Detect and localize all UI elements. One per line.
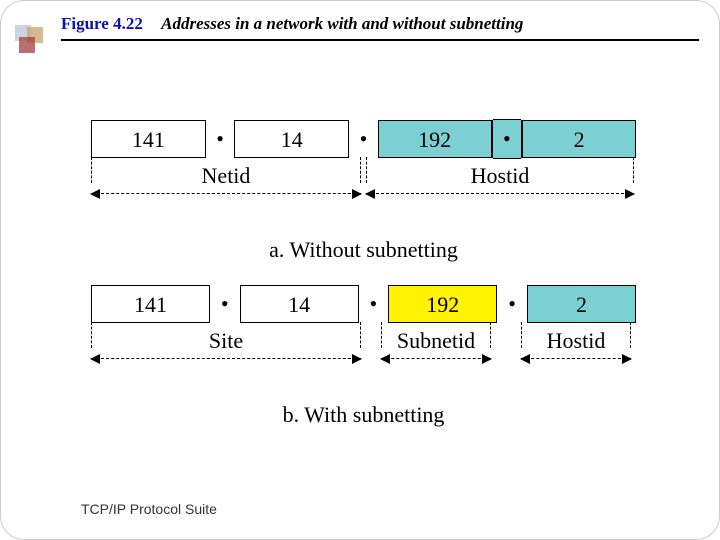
segment-label: Subnetid (381, 326, 491, 356)
address-octets: 141 • 14 • 192 • 2 (91, 116, 636, 161)
panel-caption: b. With subnetting (91, 402, 636, 428)
octet-4: 2 (527, 285, 636, 323)
double-arrow-icon (366, 193, 634, 194)
double-arrow-icon (521, 358, 631, 359)
panel-caption: a. Without subnetting (91, 237, 636, 263)
octet-1: 141 (91, 120, 206, 158)
figure-number: Figure 4.22 (61, 14, 143, 33)
segment-label: Hostid (366, 161, 634, 191)
octet-3: 192 (388, 285, 497, 323)
double-arrow-icon (91, 358, 361, 359)
figure-caption: Addresses in a network with and without … (161, 14, 523, 33)
dot-separator: • (493, 119, 522, 159)
slide-corner-decoration (15, 25, 45, 55)
octet-2: 14 (240, 285, 359, 323)
segment-label: Site (91, 326, 361, 356)
address-octets: 141 • 14 • 192 • 2 (91, 281, 636, 326)
segment-netid: Netid (91, 161, 361, 221)
slide-footer: TCP/IP Protocol Suite (81, 501, 217, 517)
octet-2: 14 (234, 120, 349, 158)
dot-separator: • (210, 285, 240, 323)
segment-label: Hostid (521, 326, 631, 356)
segment-label: Netid (91, 161, 361, 191)
diagram-without-subnetting: 141 • 14 • 192 • 2 Netid Hostid a. Witho… (91, 116, 636, 263)
double-arrow-icon (91, 193, 361, 194)
segment-hostid: Hostid (366, 161, 634, 221)
double-arrow-icon (381, 358, 491, 359)
dot-separator: • (359, 285, 389, 323)
segment-subnetid: Subnetid (381, 326, 491, 386)
figure-title-row: Figure 4.22 Addresses in a network with … (61, 13, 699, 41)
dot-separator: • (349, 120, 378, 158)
segment-hostid: Hostid (521, 326, 631, 386)
segment-site: Site (91, 326, 361, 386)
octet-4: 2 (521, 120, 636, 158)
octet-3: 192 (378, 120, 493, 158)
diagram-with-subnetting: 141 • 14 • 192 • 2 Site Subnetid Hostid … (91, 281, 636, 428)
octet-1: 141 (91, 285, 210, 323)
segment-labels: Site Subnetid Hostid (91, 326, 636, 386)
dot-separator: • (497, 285, 527, 323)
segment-labels: Netid Hostid (91, 161, 636, 221)
dot-separator: • (206, 120, 235, 158)
